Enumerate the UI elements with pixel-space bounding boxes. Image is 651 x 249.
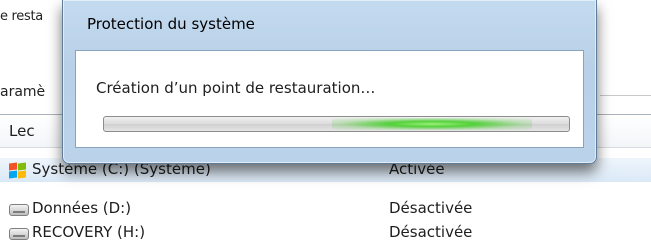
drive-name: Données (D:) xyxy=(32,199,132,217)
dialog-title: Protection du système xyxy=(87,15,255,33)
progress-bar xyxy=(103,116,570,132)
system-protection-dialog: Protection du système Création d’un poin… xyxy=(62,0,597,164)
column-header-drive[interactable]: Lec xyxy=(9,122,35,140)
background-label-fragment: e resta xyxy=(0,9,43,24)
dialog-content: Création d’un point de restauration… xyxy=(75,50,584,148)
drive-icon xyxy=(9,228,29,240)
list-item[interactable]: Données (D:) Désactivée xyxy=(0,197,651,221)
background-section-label-fragment: aramè xyxy=(0,84,46,100)
list-item[interactable]: RECOVERY (H:) Désactivée xyxy=(0,221,651,245)
progress-glow xyxy=(332,118,532,130)
protection-status: Désactivée xyxy=(389,199,473,217)
drive-icon xyxy=(9,204,29,216)
drive-name: RECOVERY (H:) xyxy=(32,223,146,241)
section-divider xyxy=(600,95,651,96)
status-message: Création d’un point de restauration… xyxy=(96,79,376,97)
protection-status: Désactivée xyxy=(389,223,473,241)
